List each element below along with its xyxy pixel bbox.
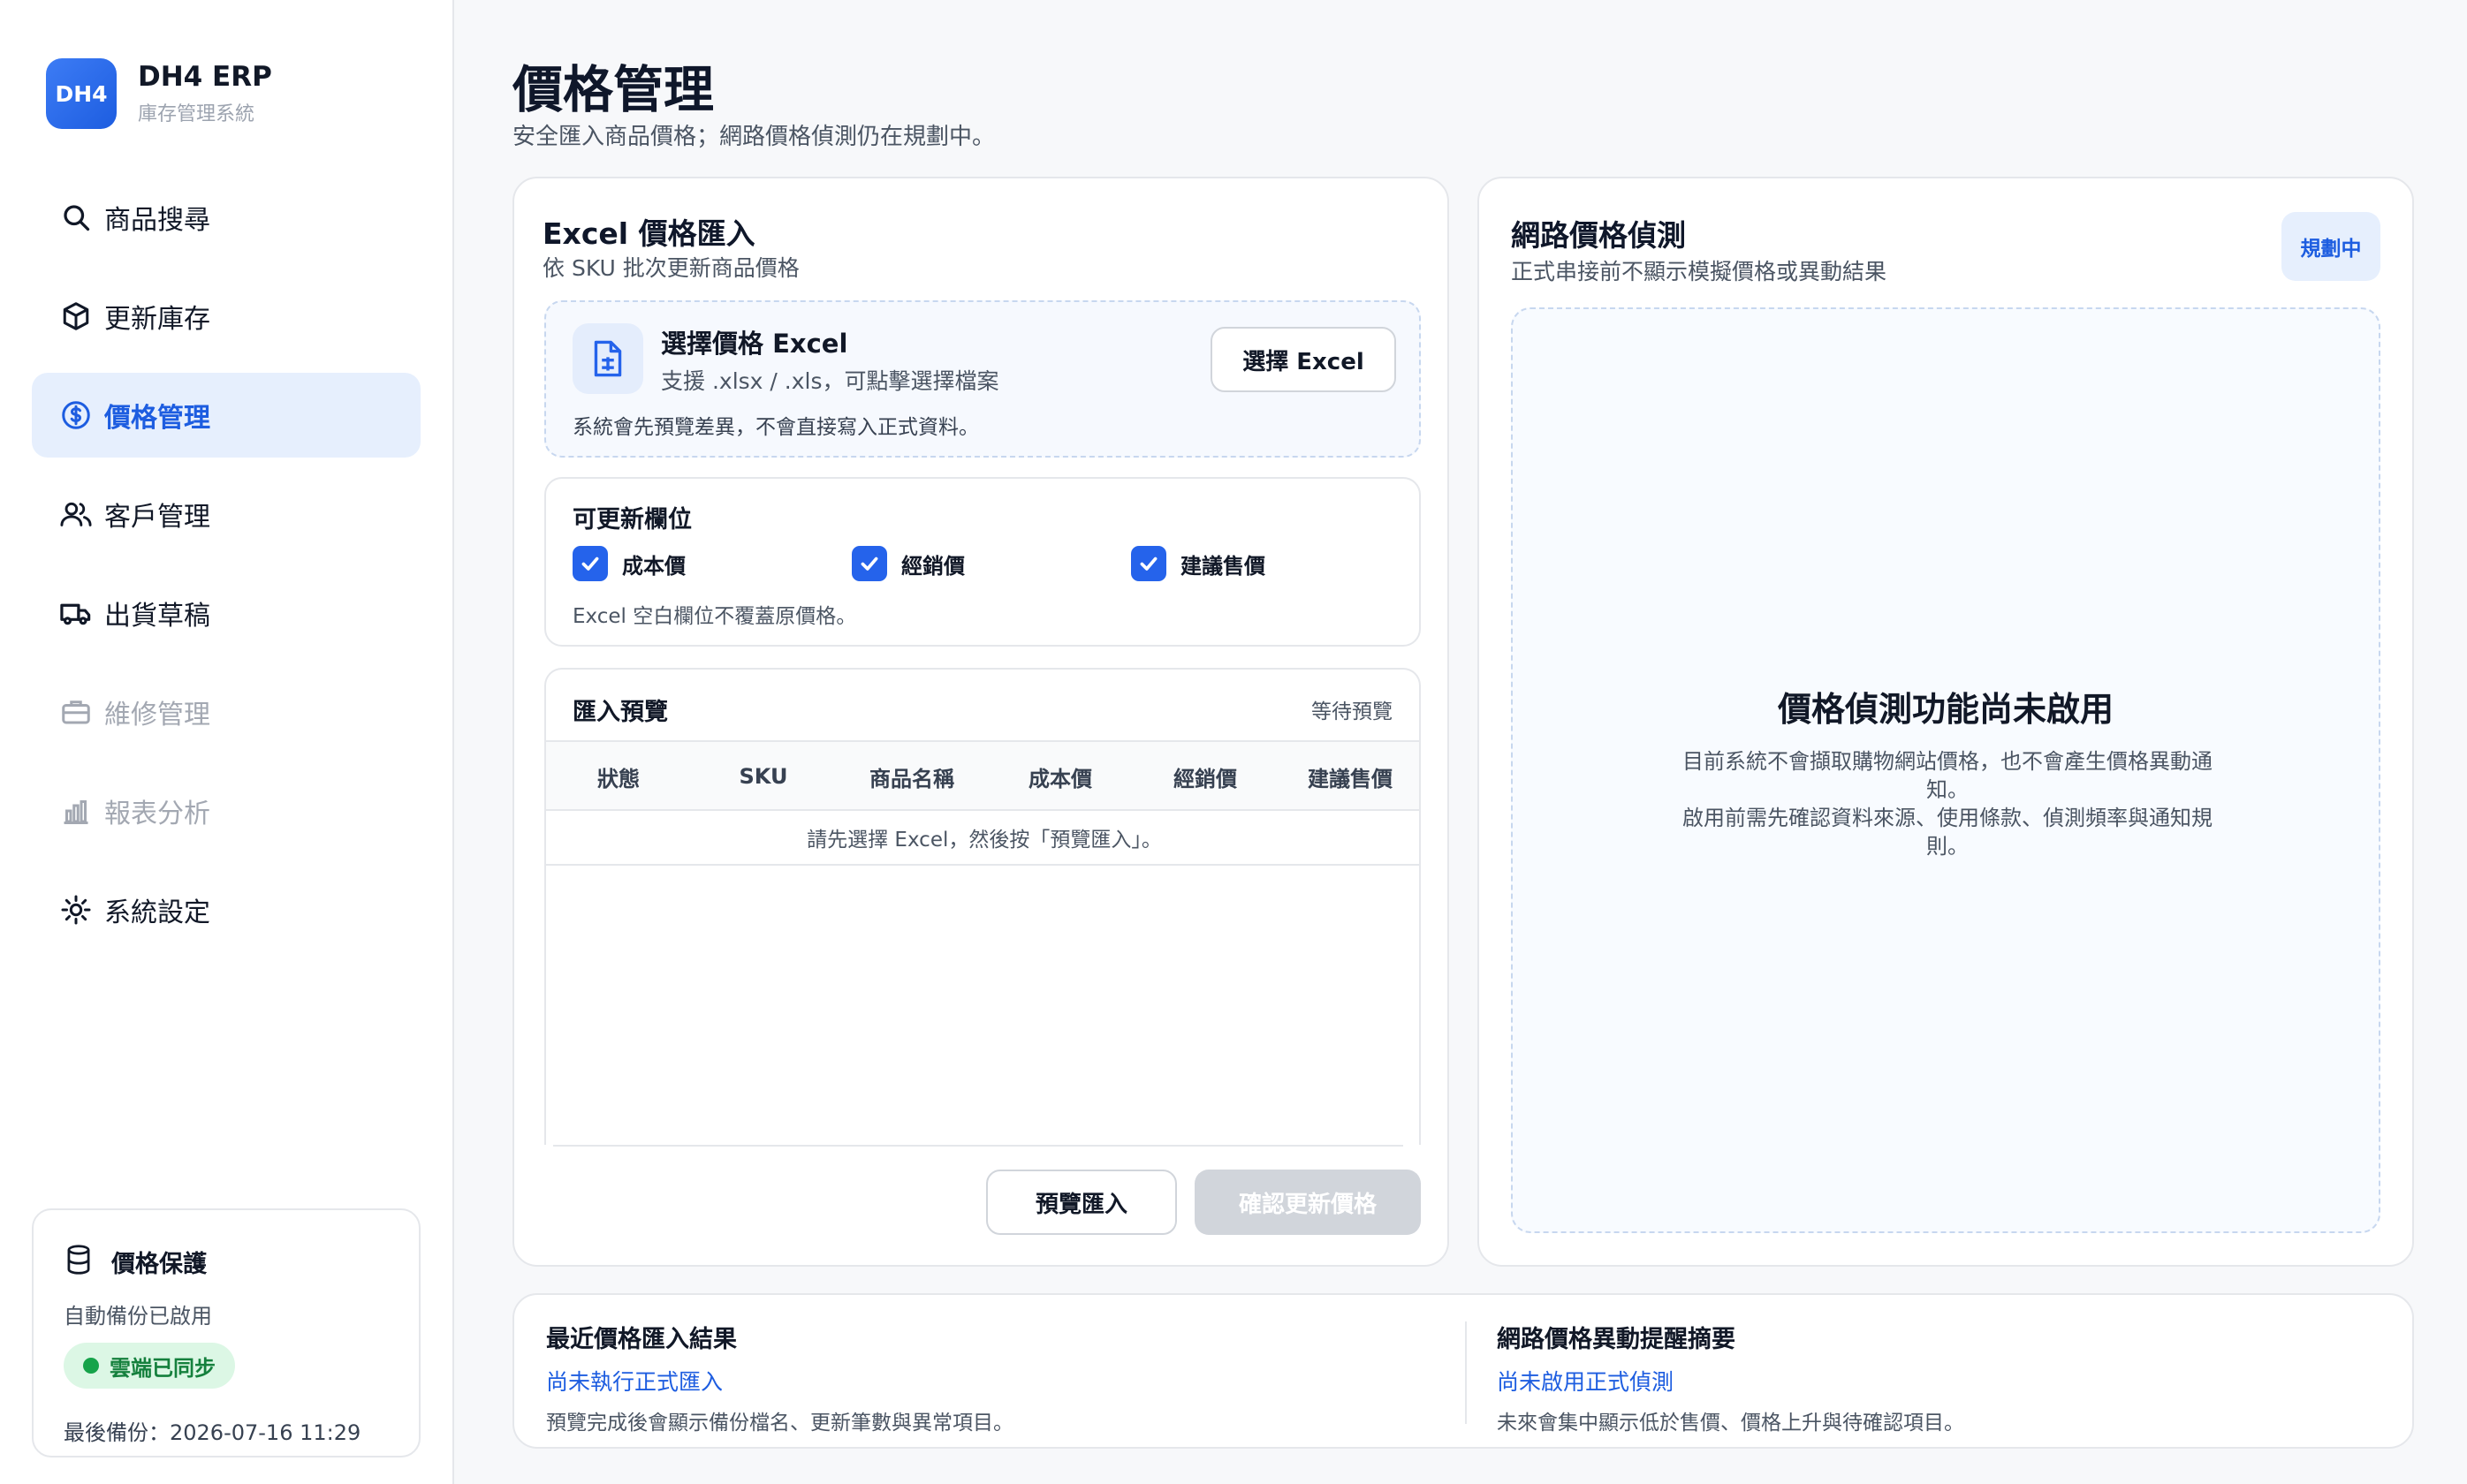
column-header-status: 狀態: [597, 766, 640, 791]
column-header-sku: SKU: [739, 764, 788, 789]
placeholder-desc-line: 啟用前需先確認資料來源、使用條款、偵測頻率與通知規則。: [1682, 806, 2213, 859]
sidebar-item-update-stock[interactable]: 更新庫存: [32, 274, 421, 359]
sidebar-item-price-management[interactable]: 價格管理: [32, 373, 421, 458]
divider: [553, 1145, 1403, 1147]
placeholder-heading: 價格偵測功能尚未啟用: [1777, 690, 2114, 729]
table-empty-message: 請先選擇 Excel，然後按「預覽匯入」。: [546, 811, 1419, 866]
placeholder-desc-line: 目前系統不會擷取購物網站價格，也不會產生價格異動通知。: [1682, 749, 2213, 802]
excel-card-subtitle: 依 SKU 批次更新商品價格: [543, 255, 800, 281]
price-protection-card: 價格保護 自動備份已啟用 雲端已同步 最後備份：2026-07-16 11:29: [32, 1208, 421, 1458]
checkbox-label: 建議售價: [1180, 553, 1265, 579]
sidebar-item-label: 報表分析: [104, 799, 210, 829]
chart-icon: [58, 793, 94, 829]
dollar-icon: [58, 398, 94, 433]
summary-note: 未來會集中顯示低於售價、價格上升與待確認項目。: [1497, 1412, 1964, 1435]
backup-status: 自動備份已啟用: [64, 1304, 212, 1329]
checkbox-label: 成本價: [622, 553, 686, 579]
fields-note: Excel 空白欄位不覆蓋原價格。: [573, 605, 857, 628]
last-backup-time: 最後備份：2026-07-16 11:29: [64, 1420, 361, 1445]
sync-label: 雲端已同步: [110, 1355, 216, 1381]
sidebar: DH4 DH4 ERP 庫存管理系統 商品搜尋 更新庫存 價格管理 客戶管理 出…: [0, 0, 454, 1484]
file-support-text: 支援 .xlsx / .xls，可點擊選擇檔案: [661, 368, 999, 394]
preview-title: 匯入預覽: [573, 699, 668, 726]
fields-title: 可更新欄位: [573, 506, 692, 534]
checkbox-cost-price[interactable]: 成本價: [573, 546, 686, 581]
column-header-cost-price: 成本價: [1029, 766, 1092, 791]
web-price-monitor-card: 網路價格偵測 正式串接前不顯示模擬價格或異動結果 規劃中 價格偵測功能尚未啟用 …: [1477, 177, 2414, 1267]
summary-card: 最近價格匯入結果 尚未執行正式匯入 預覽完成後會顯示備份檔名、更新筆數與異常項目…: [512, 1293, 2414, 1449]
placeholder-description: 目前系統不會擷取購物網站價格，也不會產生價格異動通知。 啟用前需先確認資料來源、…: [1672, 747, 2223, 860]
summary-title: 網路價格異動提醒摘要: [1497, 1326, 1735, 1353]
box-icon: [58, 299, 94, 334]
sidebar-item-label: 出貨草稿: [104, 601, 210, 632]
page-title: 價格管理: [512, 61, 714, 119]
sync-badge: 雲端已同步: [64, 1343, 235, 1389]
file-title: 選擇價格 Excel: [661, 329, 848, 359]
column-header-suggested-price: 建議售價: [1308, 766, 1393, 791]
column-header-product-name: 商品名稱: [869, 766, 954, 791]
brand: DH4 DH4 ERP 庫存管理系統: [46, 58, 272, 129]
brand-logo: DH4: [46, 58, 117, 129]
excel-card-title: Excel 價格匯入: [543, 216, 755, 251]
import-status-link[interactable]: 尚未執行正式匯入: [546, 1365, 1013, 1397]
page-subtitle: 安全匯入商品價格；網路價格偵測仍在規劃中。: [512, 124, 996, 150]
check-icon[interactable]: [1131, 546, 1166, 581]
protection-title: 價格保護: [111, 1250, 207, 1278]
truck-icon: [58, 595, 94, 631]
column-header-dealer-price: 經銷價: [1173, 766, 1237, 791]
sidebar-item-reports[interactable]: 報表分析: [32, 768, 421, 853]
recent-import-summary: 最近價格匯入結果 尚未執行正式匯入 預覽完成後會顯示備份檔名、更新筆數與異常項目…: [546, 1320, 1013, 1435]
sidebar-item-customer-management[interactable]: 客戶管理: [32, 472, 421, 556]
excel-import-card: Excel 價格匯入 依 SKU 批次更新商品價格 選擇價格 Excel 支援 …: [512, 177, 1449, 1267]
planning-badge: 規劃中: [2281, 212, 2380, 281]
sidebar-item-label: 更新庫存: [104, 304, 210, 335]
sidebar-item-label: 系統設定: [104, 897, 210, 928]
sidebar-item-label: 價格管理: [104, 403, 210, 434]
check-icon[interactable]: [573, 546, 608, 581]
search-icon: [58, 200, 94, 235]
web-card-subtitle: 正式串接前不顯示模擬價格或異動結果: [1511, 259, 1887, 284]
table-header: 狀態 SKU 商品名稱 成本價 經銷價 建議售價: [546, 740, 1419, 811]
sidebar-item-label: 客戶管理: [104, 502, 210, 533]
choose-excel-button[interactable]: 選擇 Excel: [1211, 327, 1396, 392]
sidebar-item-product-search[interactable]: 商品搜尋: [32, 175, 421, 260]
database-icon: [64, 1244, 94, 1279]
checkbox-label: 經銷價: [901, 553, 965, 579]
updatable-fields-box: 可更新欄位 成本價 經銷價 建議售價 Excel 空白欄位不覆蓋原價格。: [544, 477, 1421, 647]
summary-note: 預覽完成後會顯示備份檔名、更新筆數與異常項目。: [546, 1412, 1013, 1435]
checkbox-dealer-price[interactable]: 經銷價: [852, 546, 965, 581]
gear-icon: [58, 892, 94, 928]
web-alert-summary: 網路價格異動提醒摘要 尚未啟用正式偵測 未來會集中顯示低於售價、價格上升與待確認…: [1497, 1320, 1964, 1435]
divider: [1465, 1321, 1467, 1424]
web-card-title: 網路價格偵測: [1511, 218, 1686, 253]
monitor-status-link[interactable]: 尚未啟用正式偵測: [1497, 1365, 1964, 1397]
import-preview-table[interactable]: 匯入預覽 等待預覽 狀態 SKU 商品名稱 成本價 經銷價 建議售價 請先選擇 …: [544, 668, 1421, 1145]
file-drop-zone[interactable]: 選擇價格 Excel 支援 .xlsx / .xls，可點擊選擇檔案 系統會先預…: [544, 300, 1421, 458]
file-spreadsheet-icon: [573, 323, 643, 394]
file-note: 系統會先預覽差異，不會直接寫入正式資料。: [573, 416, 979, 439]
preview-status: 等待預覽: [1311, 700, 1393, 723]
summary-title: 最近價格匯入結果: [546, 1326, 737, 1353]
brand-subtitle: 庫存管理系統: [138, 103, 255, 125]
sidebar-item-repair-management[interactable]: 維修管理: [32, 670, 421, 754]
sidebar-item-system-settings[interactable]: 系統設定: [32, 867, 421, 952]
sidebar-item-label: 維修管理: [104, 700, 210, 731]
web-monitor-placeholder: 價格偵測功能尚未啟用 目前系統不會擷取購物網站價格，也不會產生價格異動通知。 啟…: [1511, 307, 2380, 1233]
preview-import-button[interactable]: 預覽匯入: [986, 1170, 1177, 1235]
sidebar-item-label: 商品搜尋: [104, 205, 210, 236]
sync-dot-icon: [83, 1358, 99, 1374]
checkbox-suggested-price[interactable]: 建議售價: [1131, 546, 1265, 581]
check-icon[interactable]: [852, 546, 887, 581]
sidebar-item-shipping-draft[interactable]: 出貨草稿: [32, 571, 421, 655]
briefcase-icon: [58, 694, 94, 730]
users-icon: [58, 496, 94, 532]
confirm-update-price-button[interactable]: 確認更新價格: [1195, 1170, 1421, 1235]
brand-name: DH4 ERP: [138, 61, 272, 93]
